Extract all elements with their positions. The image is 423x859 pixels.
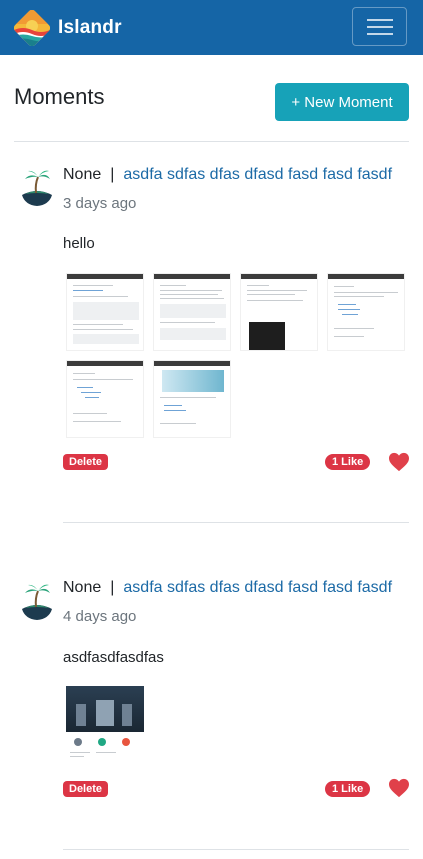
author-name: None bbox=[63, 166, 102, 183]
like-count-badge: 1 Like bbox=[325, 454, 371, 470]
menu-toggle-button[interactable] bbox=[352, 7, 407, 46]
page-title: Moments bbox=[14, 84, 105, 109]
new-moment-button[interactable]: + New Moment bbox=[275, 83, 409, 121]
brand[interactable]: Islandr bbox=[14, 8, 122, 48]
hamburger-menu-icon bbox=[366, 18, 393, 35]
avatar-island-icon bbox=[22, 584, 52, 620]
brand-name: Islandr bbox=[58, 17, 122, 38]
post-divider bbox=[63, 849, 409, 850]
post-meta: None | asdfa sdfas dfas dfasd fasd fasd fa… bbox=[63, 579, 392, 597]
post-image[interactable] bbox=[327, 273, 405, 351]
avatar-island-icon bbox=[22, 170, 52, 206]
author-name: None bbox=[63, 579, 102, 596]
post-meta: None | asdfa sdfas dfas dfasd fasd fasd fa… bbox=[63, 166, 392, 184]
post-time: 3 days ago bbox=[63, 195, 137, 212]
post-image[interactable] bbox=[66, 273, 144, 351]
post-text: hello bbox=[63, 235, 95, 252]
meta-separator: | bbox=[110, 166, 115, 183]
meta-separator: | bbox=[110, 579, 115, 596]
post-image[interactable] bbox=[153, 360, 231, 438]
post-image[interactable] bbox=[240, 273, 318, 351]
post-time: 4 days ago bbox=[63, 608, 137, 625]
heart-icon[interactable] bbox=[388, 452, 410, 472]
post-image[interactable] bbox=[66, 686, 144, 764]
post-divider bbox=[63, 522, 409, 523]
navbar: Islandr bbox=[0, 0, 423, 55]
post-image[interactable] bbox=[66, 360, 144, 438]
divider bbox=[14, 141, 409, 142]
delete-button[interactable]: Delete bbox=[63, 454, 109, 470]
delete-button[interactable]: Delete bbox=[63, 781, 109, 797]
island-logo-icon bbox=[14, 10, 50, 46]
like-count-badge: 1 Like bbox=[325, 781, 371, 797]
heart-icon[interactable] bbox=[388, 778, 410, 798]
group-link[interactable]: asdfa sdfas dfas dfasd fasd fasd fasdf bbox=[123, 166, 392, 183]
post-image[interactable] bbox=[153, 273, 231, 351]
group-link[interactable]: asdfa sdfas dfas dfasd fasd fasd fasdf bbox=[123, 579, 392, 596]
post-text: asdfasdfasdfas bbox=[63, 649, 164, 666]
